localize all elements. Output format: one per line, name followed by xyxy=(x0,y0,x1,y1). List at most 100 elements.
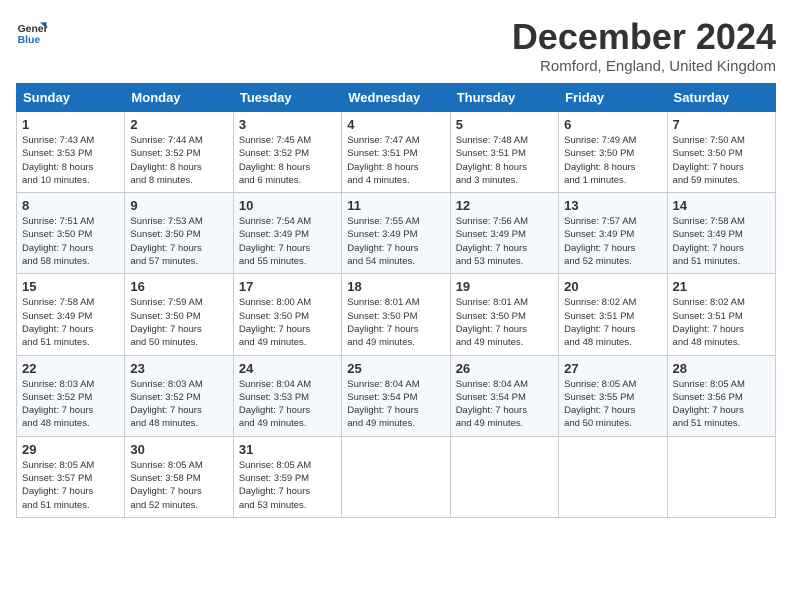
day-cell-19: 19 Sunrise: 8:01 AMSunset: 3:50 PMDaylig… xyxy=(450,274,558,355)
day-cell-17: 17 Sunrise: 8:00 AMSunset: 3:50 PMDaylig… xyxy=(233,274,341,355)
week-row-2: 8 Sunrise: 7:51 AMSunset: 3:50 PMDayligh… xyxy=(17,193,776,274)
day-detail-26: Sunrise: 8:04 AMSunset: 3:54 PMDaylight:… xyxy=(456,379,528,430)
day-number-7: 7 xyxy=(673,117,770,132)
day-cell-12: 12 Sunrise: 7:56 AMSunset: 3:49 PMDaylig… xyxy=(450,193,558,274)
empty-cell xyxy=(342,436,450,517)
day-detail-8: Sunrise: 7:51 AMSunset: 3:50 PMDaylight:… xyxy=(22,216,94,267)
day-number-23: 23 xyxy=(130,361,227,376)
day-detail-21: Sunrise: 8:02 AMSunset: 3:51 PMDaylight:… xyxy=(673,297,745,348)
day-cell-23: 23 Sunrise: 8:03 AMSunset: 3:52 PMDaylig… xyxy=(125,355,233,436)
header-saturday: Saturday xyxy=(667,84,775,112)
week-row-3: 15 Sunrise: 7:58 AMSunset: 3:49 PMDaylig… xyxy=(17,274,776,355)
day-cell-16: 16 Sunrise: 7:59 AMSunset: 3:50 PMDaylig… xyxy=(125,274,233,355)
day-cell-4: 4 Sunrise: 7:47 AMSunset: 3:51 PMDayligh… xyxy=(342,112,450,193)
header-wednesday: Wednesday xyxy=(342,84,450,112)
day-number-30: 30 xyxy=(130,442,227,457)
day-cell-15: 15 Sunrise: 7:58 AMSunset: 3:49 PMDaylig… xyxy=(17,274,125,355)
day-detail-17: Sunrise: 8:00 AMSunset: 3:50 PMDaylight:… xyxy=(239,297,311,348)
day-detail-4: Sunrise: 7:47 AMSunset: 3:51 PMDaylight:… xyxy=(347,135,419,186)
day-cell-13: 13 Sunrise: 7:57 AMSunset: 3:49 PMDaylig… xyxy=(559,193,667,274)
day-number-24: 24 xyxy=(239,361,336,376)
day-number-18: 18 xyxy=(347,279,444,294)
day-detail-18: Sunrise: 8:01 AMSunset: 3:50 PMDaylight:… xyxy=(347,297,419,348)
day-cell-6: 6 Sunrise: 7:49 AMSunset: 3:50 PMDayligh… xyxy=(559,112,667,193)
day-detail-20: Sunrise: 8:02 AMSunset: 3:51 PMDaylight:… xyxy=(564,297,636,348)
day-cell-26: 26 Sunrise: 8:04 AMSunset: 3:54 PMDaylig… xyxy=(450,355,558,436)
day-number-27: 27 xyxy=(564,361,661,376)
day-detail-9: Sunrise: 7:53 AMSunset: 3:50 PMDaylight:… xyxy=(130,216,202,267)
calendar-subtitle: Romford, England, United Kingdom xyxy=(512,58,776,75)
day-cell-3: 3 Sunrise: 7:45 AMSunset: 3:52 PMDayligh… xyxy=(233,112,341,193)
day-cell-22: 22 Sunrise: 8:03 AMSunset: 3:52 PMDaylig… xyxy=(17,355,125,436)
week-row-4: 22 Sunrise: 8:03 AMSunset: 3:52 PMDaylig… xyxy=(17,355,776,436)
calendar-header: General Blue December 2024 Romford, Engl… xyxy=(16,16,776,75)
header-sunday: Sunday xyxy=(17,84,125,112)
day-detail-12: Sunrise: 7:56 AMSunset: 3:49 PMDaylight:… xyxy=(456,216,528,267)
day-detail-29: Sunrise: 8:05 AMSunset: 3:57 PMDaylight:… xyxy=(22,460,94,511)
day-detail-3: Sunrise: 7:45 AMSunset: 3:52 PMDaylight:… xyxy=(239,135,311,186)
day-detail-22: Sunrise: 8:03 AMSunset: 3:52 PMDaylight:… xyxy=(22,379,94,430)
week-row-5: 29 Sunrise: 8:05 AMSunset: 3:57 PMDaylig… xyxy=(17,436,776,517)
day-cell-28: 28 Sunrise: 8:05 AMSunset: 3:56 PMDaylig… xyxy=(667,355,775,436)
day-number-28: 28 xyxy=(673,361,770,376)
day-cell-31: 31 Sunrise: 8:05 AMSunset: 3:59 PMDaylig… xyxy=(233,436,341,517)
day-number-5: 5 xyxy=(456,117,553,132)
day-cell-11: 11 Sunrise: 7:55 AMSunset: 3:49 PMDaylig… xyxy=(342,193,450,274)
day-number-15: 15 xyxy=(22,279,119,294)
day-detail-23: Sunrise: 8:03 AMSunset: 3:52 PMDaylight:… xyxy=(130,379,202,430)
day-number-8: 8 xyxy=(22,198,119,213)
day-cell-20: 20 Sunrise: 8:02 AMSunset: 3:51 PMDaylig… xyxy=(559,274,667,355)
day-number-20: 20 xyxy=(564,279,661,294)
day-number-12: 12 xyxy=(456,198,553,213)
day-cell-2: 2 Sunrise: 7:44 AMSunset: 3:52 PMDayligh… xyxy=(125,112,233,193)
day-cell-9: 9 Sunrise: 7:53 AMSunset: 3:50 PMDayligh… xyxy=(125,193,233,274)
empty-cell xyxy=(559,436,667,517)
day-cell-5: 5 Sunrise: 7:48 AMSunset: 3:51 PMDayligh… xyxy=(450,112,558,193)
day-detail-31: Sunrise: 8:05 AMSunset: 3:59 PMDaylight:… xyxy=(239,460,311,511)
day-number-26: 26 xyxy=(456,361,553,376)
day-number-13: 13 xyxy=(564,198,661,213)
day-cell-30: 30 Sunrise: 8:05 AMSunset: 3:58 PMDaylig… xyxy=(125,436,233,517)
day-cell-1: 1 Sunrise: 7:43 AMSunset: 3:53 PMDayligh… xyxy=(17,112,125,193)
day-cell-18: 18 Sunrise: 8:01 AMSunset: 3:50 PMDaylig… xyxy=(342,274,450,355)
header-friday: Friday xyxy=(559,84,667,112)
day-number-16: 16 xyxy=(130,279,227,294)
day-detail-2: Sunrise: 7:44 AMSunset: 3:52 PMDaylight:… xyxy=(130,135,202,186)
day-detail-25: Sunrise: 8:04 AMSunset: 3:54 PMDaylight:… xyxy=(347,379,419,430)
day-number-25: 25 xyxy=(347,361,444,376)
weekday-header-row: Sunday Monday Tuesday Wednesday Thursday… xyxy=(17,84,776,112)
day-number-17: 17 xyxy=(239,279,336,294)
day-number-19: 19 xyxy=(456,279,553,294)
day-detail-24: Sunrise: 8:04 AMSunset: 3:53 PMDaylight:… xyxy=(239,379,311,430)
day-detail-15: Sunrise: 7:58 AMSunset: 3:49 PMDaylight:… xyxy=(22,297,94,348)
day-detail-30: Sunrise: 8:05 AMSunset: 3:58 PMDaylight:… xyxy=(130,460,202,511)
day-detail-10: Sunrise: 7:54 AMSunset: 3:49 PMDaylight:… xyxy=(239,216,311,267)
day-cell-10: 10 Sunrise: 7:54 AMSunset: 3:49 PMDaylig… xyxy=(233,193,341,274)
day-detail-14: Sunrise: 7:58 AMSunset: 3:49 PMDaylight:… xyxy=(673,216,745,267)
day-detail-16: Sunrise: 7:59 AMSunset: 3:50 PMDaylight:… xyxy=(130,297,202,348)
calendar-table: Sunday Monday Tuesday Wednesday Thursday… xyxy=(16,83,776,518)
day-number-21: 21 xyxy=(673,279,770,294)
day-number-14: 14 xyxy=(673,198,770,213)
day-cell-29: 29 Sunrise: 8:05 AMSunset: 3:57 PMDaylig… xyxy=(17,436,125,517)
day-number-10: 10 xyxy=(239,198,336,213)
day-detail-19: Sunrise: 8:01 AMSunset: 3:50 PMDaylight:… xyxy=(456,297,528,348)
day-cell-7: 7 Sunrise: 7:50 AMSunset: 3:50 PMDayligh… xyxy=(667,112,775,193)
day-cell-27: 27 Sunrise: 8:05 AMSunset: 3:55 PMDaylig… xyxy=(559,355,667,436)
week-row-1: 1 Sunrise: 7:43 AMSunset: 3:53 PMDayligh… xyxy=(17,112,776,193)
empty-cell xyxy=(667,436,775,517)
day-number-11: 11 xyxy=(347,198,444,213)
logo: General Blue xyxy=(16,16,48,48)
day-cell-24: 24 Sunrise: 8:04 AMSunset: 3:53 PMDaylig… xyxy=(233,355,341,436)
day-number-22: 22 xyxy=(22,361,119,376)
empty-cell xyxy=(450,436,558,517)
day-detail-5: Sunrise: 7:48 AMSunset: 3:51 PMDaylight:… xyxy=(456,135,528,186)
day-detail-27: Sunrise: 8:05 AMSunset: 3:55 PMDaylight:… xyxy=(564,379,636,430)
day-number-2: 2 xyxy=(130,117,227,132)
day-number-6: 6 xyxy=(564,117,661,132)
day-detail-1: Sunrise: 7:43 AMSunset: 3:53 PMDaylight:… xyxy=(22,135,94,186)
day-number-4: 4 xyxy=(347,117,444,132)
header-tuesday: Tuesday xyxy=(233,84,341,112)
logo-icon: General Blue xyxy=(16,16,48,48)
day-cell-21: 21 Sunrise: 8:02 AMSunset: 3:51 PMDaylig… xyxy=(667,274,775,355)
